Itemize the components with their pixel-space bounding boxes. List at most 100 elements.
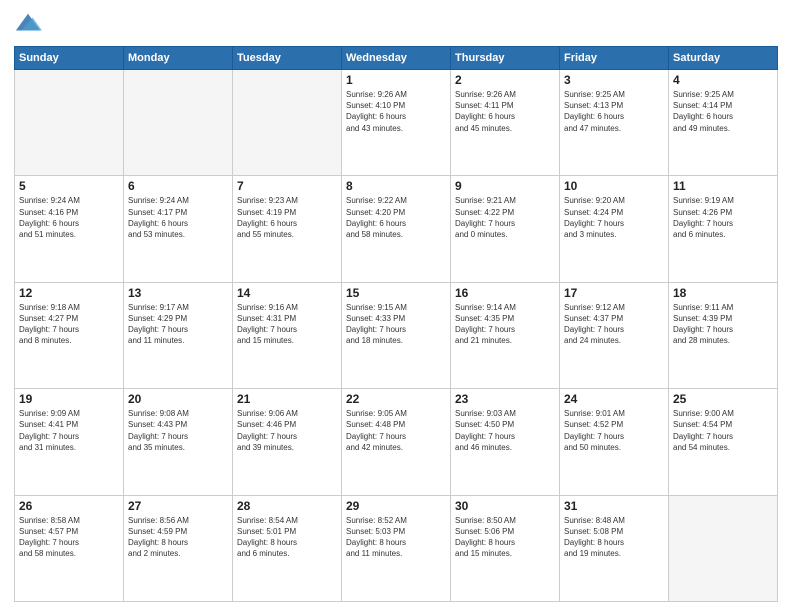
day-cell: 27Sunrise: 8:56 AM Sunset: 4:59 PM Dayli… bbox=[124, 495, 233, 601]
day-info: Sunrise: 9:03 AM Sunset: 4:50 PM Dayligh… bbox=[455, 408, 555, 453]
day-cell bbox=[124, 70, 233, 176]
day-info: Sunrise: 9:05 AM Sunset: 4:48 PM Dayligh… bbox=[346, 408, 446, 453]
day-cell: 18 Sunrise: 9:11 AM Sunset: 4:39 PM Dayli… bbox=[669, 282, 778, 388]
day-info: Sunrise: 9:15 AM Sunset: 4:33 PM Dayligh… bbox=[346, 302, 446, 347]
day-number: 23 bbox=[455, 392, 555, 406]
day-number: 28 bbox=[237, 499, 337, 513]
day-info: Sunrise: 9:11 AM Sunset: 4:39 PM Dayligh… bbox=[673, 302, 773, 347]
week-row-2: 12 Sunrise: 9:18 AM Sunset: 4:27 PM Dayli… bbox=[15, 282, 778, 388]
day-cell: 29 Sunrise: 8:52 AM Sunset: 5:03 PM Dayli… bbox=[342, 495, 451, 601]
header-cell-wednesday: Wednesday bbox=[342, 47, 451, 70]
day-info: Sunrise: 9:25 AM Sunset: 4:13 PM Dayligh… bbox=[564, 89, 664, 134]
day-cell: 26 Sunrise: 8:58 AM Sunset: 4:57 PM Dayli… bbox=[15, 495, 124, 601]
header-cell-saturday: Saturday bbox=[669, 47, 778, 70]
day-cell: 2 Sunrise: 9:26 AM Sunset: 4:11 PM Daylig… bbox=[451, 70, 560, 176]
day-cell: 12 Sunrise: 9:18 AM Sunset: 4:27 PM Dayli… bbox=[15, 282, 124, 388]
day-info: Sunrise: 9:23 AM Sunset: 4:19 PM Dayligh… bbox=[237, 195, 337, 240]
day-info: Sunrise: 9:20 AM Sunset: 4:24 PM Dayligh… bbox=[564, 195, 664, 240]
week-row-0: 1Sunrise: 9:26 AM Sunset: 4:10 PM Daylig… bbox=[15, 70, 778, 176]
day-number: 5 bbox=[19, 179, 119, 193]
header-cell-thursday: Thursday bbox=[451, 47, 560, 70]
day-info: Sunrise: 9:14 AM Sunset: 4:35 PM Dayligh… bbox=[455, 302, 555, 347]
day-cell: 28 Sunrise: 8:54 AM Sunset: 5:01 PM Dayli… bbox=[233, 495, 342, 601]
day-info: Sunrise: 9:18 AM Sunset: 4:27 PM Dayligh… bbox=[19, 302, 119, 347]
day-number: 14 bbox=[237, 286, 337, 300]
day-cell: 30 Sunrise: 8:50 AM Sunset: 5:06 PM Dayli… bbox=[451, 495, 560, 601]
day-number: 15 bbox=[346, 286, 446, 300]
day-cell: 9 Sunrise: 9:21 AM Sunset: 4:22 PM Daylig… bbox=[451, 176, 560, 282]
day-info: Sunrise: 9:26 AM Sunset: 4:11 PM Dayligh… bbox=[455, 89, 555, 134]
day-cell: 24Sunrise: 9:01 AM Sunset: 4:52 PM Dayli… bbox=[560, 389, 669, 495]
day-cell bbox=[233, 70, 342, 176]
header-cell-sunday: Sunday bbox=[15, 47, 124, 70]
logo-icon bbox=[14, 10, 42, 38]
day-number: 25 bbox=[673, 392, 773, 406]
day-number: 8 bbox=[346, 179, 446, 193]
day-info: Sunrise: 9:12 AM Sunset: 4:37 PM Dayligh… bbox=[564, 302, 664, 347]
header-cell-tuesday: Tuesday bbox=[233, 47, 342, 70]
day-cell: 17 Sunrise: 9:12 AM Sunset: 4:37 PM Dayli… bbox=[560, 282, 669, 388]
day-info: Sunrise: 9:16 AM Sunset: 4:31 PM Dayligh… bbox=[237, 302, 337, 347]
header-row: SundayMondayTuesdayWednesdayThursdayFrid… bbox=[15, 47, 778, 70]
day-cell: 7Sunrise: 9:23 AM Sunset: 4:19 PM Daylig… bbox=[233, 176, 342, 282]
day-cell: 1Sunrise: 9:26 AM Sunset: 4:10 PM Daylig… bbox=[342, 70, 451, 176]
day-info: Sunrise: 8:52 AM Sunset: 5:03 PM Dayligh… bbox=[346, 515, 446, 560]
day-info: Sunrise: 9:25 AM Sunset: 4:14 PM Dayligh… bbox=[673, 89, 773, 134]
day-info: Sunrise: 9:21 AM Sunset: 4:22 PM Dayligh… bbox=[455, 195, 555, 240]
day-cell: 31 Sunrise: 8:48 AM Sunset: 5:08 PM Dayli… bbox=[560, 495, 669, 601]
day-number: 20 bbox=[128, 392, 228, 406]
day-cell: 8 Sunrise: 9:22 AM Sunset: 4:20 PM Daylig… bbox=[342, 176, 451, 282]
logo bbox=[14, 10, 46, 38]
day-number: 13 bbox=[128, 286, 228, 300]
day-number: 27 bbox=[128, 499, 228, 513]
day-info: Sunrise: 8:48 AM Sunset: 5:08 PM Dayligh… bbox=[564, 515, 664, 560]
day-cell: 25 Sunrise: 9:00 AM Sunset: 4:54 PM Dayli… bbox=[669, 389, 778, 495]
day-number: 17 bbox=[564, 286, 664, 300]
day-number: 11 bbox=[673, 179, 773, 193]
day-cell: 23 Sunrise: 9:03 AM Sunset: 4:50 PM Dayli… bbox=[451, 389, 560, 495]
day-number: 18 bbox=[673, 286, 773, 300]
day-cell: 4 Sunrise: 9:25 AM Sunset: 4:14 PM Daylig… bbox=[669, 70, 778, 176]
day-number: 2 bbox=[455, 73, 555, 87]
day-info: Sunrise: 8:58 AM Sunset: 4:57 PM Dayligh… bbox=[19, 515, 119, 560]
day-number: 30 bbox=[455, 499, 555, 513]
day-number: 29 bbox=[346, 499, 446, 513]
day-number: 31 bbox=[564, 499, 664, 513]
day-cell: 19Sunrise: 9:09 AM Sunset: 4:41 PM Dayli… bbox=[15, 389, 124, 495]
header-cell-monday: Monday bbox=[124, 47, 233, 70]
day-info: Sunrise: 9:24 AM Sunset: 4:16 PM Dayligh… bbox=[19, 195, 119, 240]
calendar-table: SundayMondayTuesdayWednesdayThursdayFrid… bbox=[14, 46, 778, 602]
day-info: Sunrise: 9:00 AM Sunset: 4:54 PM Dayligh… bbox=[673, 408, 773, 453]
week-row-4: 26 Sunrise: 8:58 AM Sunset: 4:57 PM Dayli… bbox=[15, 495, 778, 601]
day-info: Sunrise: 9:26 AM Sunset: 4:10 PM Dayligh… bbox=[346, 89, 446, 134]
day-number: 26 bbox=[19, 499, 119, 513]
page: SundayMondayTuesdayWednesdayThursdayFrid… bbox=[0, 0, 792, 612]
day-number: 22 bbox=[346, 392, 446, 406]
day-info: Sunrise: 9:22 AM Sunset: 4:20 PM Dayligh… bbox=[346, 195, 446, 240]
day-cell: 10 Sunrise: 9:20 AM Sunset: 4:24 PM Dayli… bbox=[560, 176, 669, 282]
day-info: Sunrise: 9:08 AM Sunset: 4:43 PM Dayligh… bbox=[128, 408, 228, 453]
day-cell: 21 Sunrise: 9:06 AM Sunset: 4:46 PM Dayli… bbox=[233, 389, 342, 495]
day-number: 21 bbox=[237, 392, 337, 406]
header bbox=[14, 10, 778, 38]
day-cell: 13 Sunrise: 9:17 AM Sunset: 4:29 PM Dayli… bbox=[124, 282, 233, 388]
day-info: Sunrise: 9:19 AM Sunset: 4:26 PM Dayligh… bbox=[673, 195, 773, 240]
day-number: 24 bbox=[564, 392, 664, 406]
day-number: 9 bbox=[455, 179, 555, 193]
day-cell: 5 Sunrise: 9:24 AM Sunset: 4:16 PM Daylig… bbox=[15, 176, 124, 282]
day-number: 4 bbox=[673, 73, 773, 87]
week-row-3: 19Sunrise: 9:09 AM Sunset: 4:41 PM Dayli… bbox=[15, 389, 778, 495]
day-number: 10 bbox=[564, 179, 664, 193]
week-row-1: 5 Sunrise: 9:24 AM Sunset: 4:16 PM Daylig… bbox=[15, 176, 778, 282]
day-info: Sunrise: 9:06 AM Sunset: 4:46 PM Dayligh… bbox=[237, 408, 337, 453]
day-info: Sunrise: 9:24 AM Sunset: 4:17 PM Dayligh… bbox=[128, 195, 228, 240]
day-number: 12 bbox=[19, 286, 119, 300]
day-info: Sunrise: 8:50 AM Sunset: 5:06 PM Dayligh… bbox=[455, 515, 555, 560]
day-info: Sunrise: 9:17 AM Sunset: 4:29 PM Dayligh… bbox=[128, 302, 228, 347]
day-info: Sunrise: 8:54 AM Sunset: 5:01 PM Dayligh… bbox=[237, 515, 337, 560]
day-cell: 22 Sunrise: 9:05 AM Sunset: 4:48 PM Dayli… bbox=[342, 389, 451, 495]
day-number: 6 bbox=[128, 179, 228, 193]
day-cell: 15 Sunrise: 9:15 AM Sunset: 4:33 PM Dayli… bbox=[342, 282, 451, 388]
day-info: Sunrise: 9:09 AM Sunset: 4:41 PM Dayligh… bbox=[19, 408, 119, 453]
day-number: 16 bbox=[455, 286, 555, 300]
